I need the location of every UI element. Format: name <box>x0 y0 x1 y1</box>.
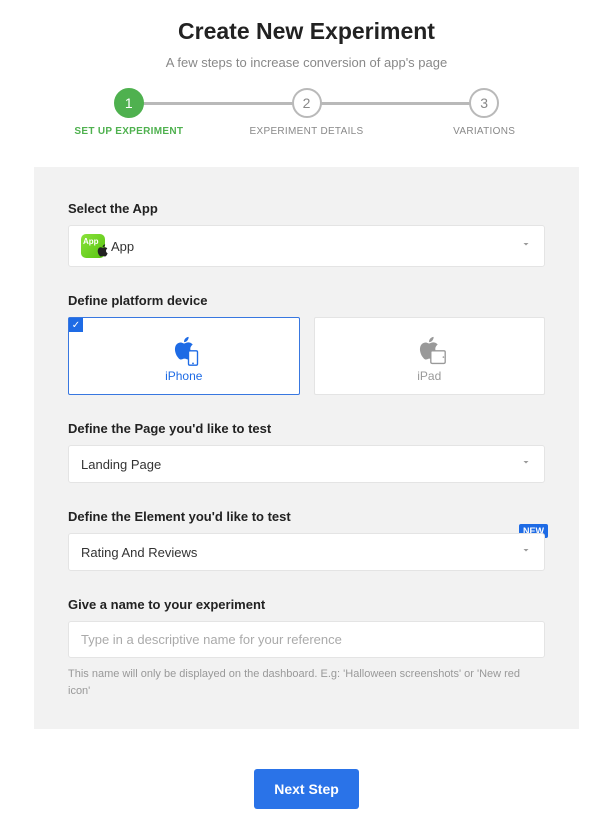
app-select-value: App <box>111 239 134 254</box>
app-icon <box>81 234 105 258</box>
chevron-down-icon <box>520 543 532 561</box>
chevron-down-icon <box>520 455 532 473</box>
stepper: 1 SET UP EXPERIMENT 2 EXPERIMENT DETAILS… <box>20 88 593 137</box>
page-select-value: Landing Page <box>81 457 161 472</box>
check-icon: ✓ <box>69 318 83 332</box>
step-label: VARIATIONS <box>453 126 515 137</box>
step-number: 3 <box>469 88 499 118</box>
app-select[interactable]: App <box>68 225 545 267</box>
platform-label: Define platform device <box>68 293 545 308</box>
apple-ipad-icon <box>411 331 447 367</box>
apple-iphone-icon <box>166 331 202 367</box>
page-subtitle: A few steps to increase conversion of ap… <box>20 55 593 70</box>
step-label: SET UP EXPERIMENT <box>74 126 183 137</box>
chevron-down-icon <box>520 237 532 255</box>
device-option-iphone[interactable]: ✓ iPhone <box>68 317 300 395</box>
element-field-label: Define the Element you'd like to test <box>68 509 545 524</box>
page-title: Create New Experiment <box>20 18 593 45</box>
step-number: 1 <box>114 88 144 118</box>
name-field-label: Give a name to your experiment <box>68 597 545 612</box>
form-panel: Select the App App Define platform d <box>34 167 579 729</box>
step-1[interactable]: 1 SET UP EXPERIMENT <box>40 88 218 137</box>
step-number: 2 <box>292 88 322 118</box>
page-field-label: Define the Page you'd like to test <box>68 421 545 436</box>
element-select[interactable]: Rating And Reviews <box>68 533 545 571</box>
step-label: EXPERIMENT DETAILS <box>250 126 364 137</box>
device-label: iPhone <box>165 369 202 383</box>
apple-logo-icon <box>97 244 108 260</box>
app-label: Select the App <box>68 201 545 216</box>
experiment-name-input[interactable] <box>68 621 545 658</box>
step-2[interactable]: 2 EXPERIMENT DETAILS <box>218 88 396 137</box>
step-3[interactable]: 3 VARIATIONS <box>395 88 573 137</box>
device-label: iPad <box>417 369 441 383</box>
page-select[interactable]: Landing Page <box>68 445 545 483</box>
element-select-value: Rating And Reviews <box>81 545 197 560</box>
next-step-button[interactable]: Next Step <box>254 769 359 809</box>
name-helper-text: This name will only be displayed on the … <box>68 666 545 699</box>
device-option-ipad[interactable]: iPad <box>314 317 546 395</box>
